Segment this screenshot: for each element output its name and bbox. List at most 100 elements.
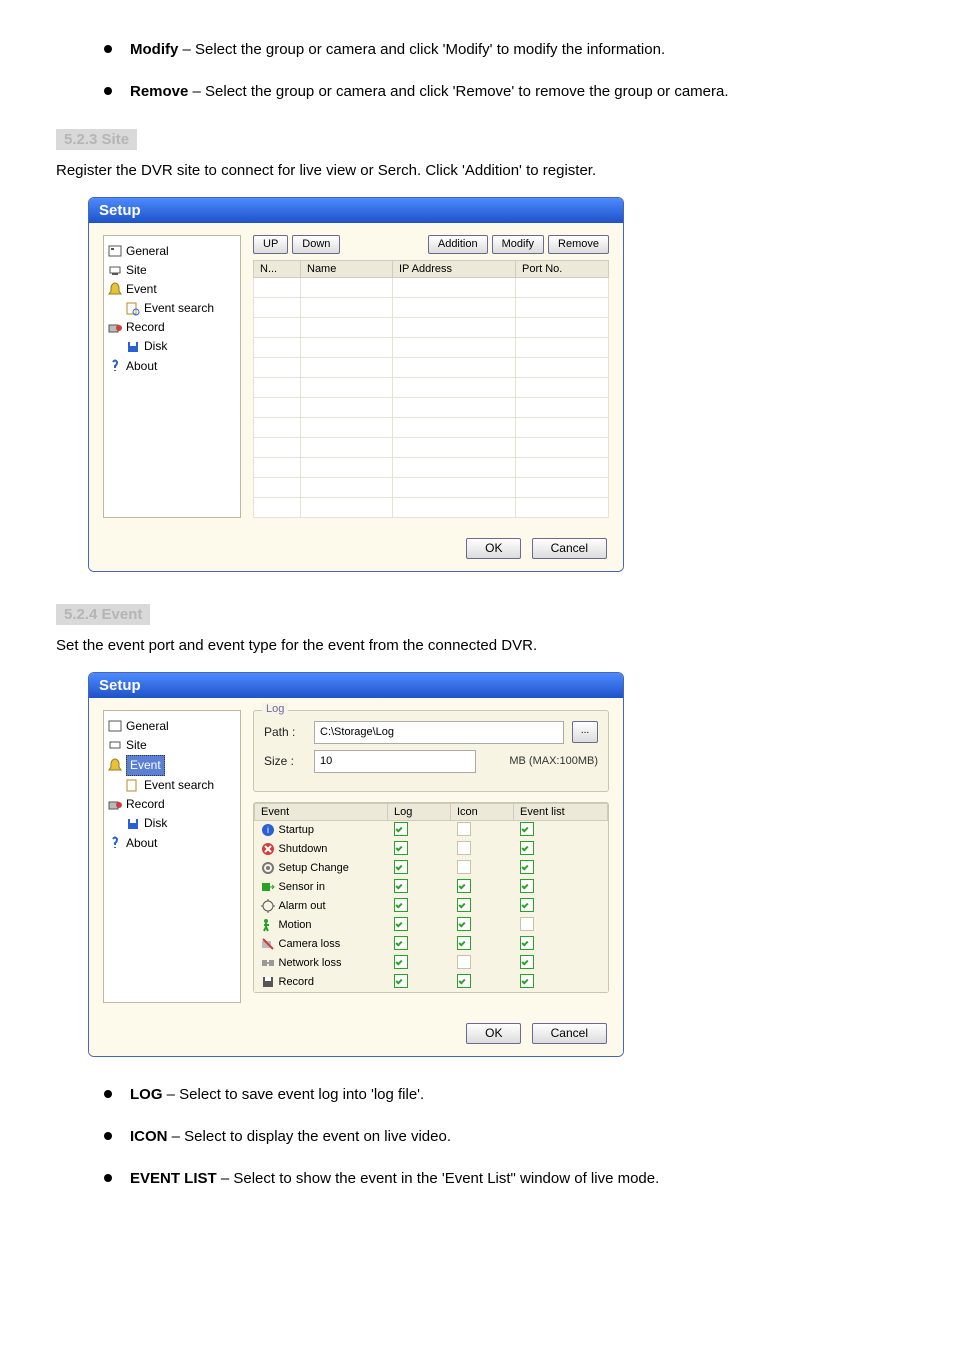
tree-record[interactable]: Record — [108, 318, 236, 337]
checkbox[interactable] — [394, 879, 408, 893]
cell-list — [514, 840, 608, 859]
table-row[interactable] — [254, 377, 609, 397]
checkbox[interactable] — [394, 936, 408, 950]
cell-icon — [451, 878, 514, 897]
size-input[interactable]: 10 — [314, 750, 476, 773]
tree-record[interactable]: Record — [108, 795, 236, 814]
cell-icon — [451, 973, 514, 992]
cancel-button[interactable]: Cancel — [532, 1023, 607, 1044]
cell-log — [388, 897, 451, 916]
checkbox[interactable] — [520, 822, 534, 836]
tree-about[interactable]: About — [108, 834, 236, 853]
ok-button[interactable]: OK — [466, 538, 521, 559]
table-row[interactable] — [254, 457, 609, 477]
cell-log — [388, 840, 451, 859]
bullet-log: LOG – Select to save event log into 'log… — [104, 1085, 898, 1105]
checkbox[interactable] — [520, 955, 534, 969]
tree-about[interactable]: About — [108, 357, 236, 376]
checkbox[interactable] — [394, 974, 408, 988]
cell-icon — [451, 935, 514, 954]
tree-general[interactable]: General — [108, 242, 236, 261]
checkbox[interactable] — [520, 898, 534, 912]
tree-general[interactable]: General — [108, 717, 236, 736]
section-heading-event: 5.2.4 Event — [56, 604, 150, 625]
checkbox[interactable] — [457, 841, 471, 855]
cell-log — [388, 954, 451, 973]
col-event[interactable]: Event — [255, 803, 388, 820]
event-row: Alarm out — [255, 897, 608, 916]
col-log[interactable]: Log — [388, 803, 451, 820]
checkbox[interactable] — [457, 955, 471, 969]
nav-tree[interactable]: General Site Event Event search Record D… — [103, 235, 241, 518]
modify-button[interactable]: Modify — [492, 235, 544, 254]
col-icon[interactable]: Icon — [451, 803, 514, 820]
site-pane: UP Down Addition Modify Remove N... Name… — [253, 235, 609, 518]
checkbox[interactable] — [394, 898, 408, 912]
table-row[interactable] — [254, 277, 609, 297]
checkbox[interactable] — [520, 917, 534, 931]
checkbox[interactable] — [520, 879, 534, 893]
table-row[interactable] — [254, 477, 609, 497]
tree-disk[interactable]: Disk — [126, 337, 236, 356]
down-button[interactable]: Down — [292, 235, 340, 254]
col-ip[interactable]: IP Address — [393, 260, 516, 277]
table-row[interactable] — [254, 437, 609, 457]
site-table[interactable]: N... Name IP Address Port No. — [253, 260, 609, 518]
event-row: Setup Change — [255, 859, 608, 878]
path-input[interactable]: C:\Storage\Log — [314, 721, 564, 744]
checkbox[interactable] — [520, 936, 534, 950]
table-row[interactable] — [254, 417, 609, 437]
event-name: Network loss — [255, 954, 388, 973]
col-eventlist[interactable]: Event list — [514, 803, 608, 820]
ok-button[interactable]: OK — [466, 1023, 521, 1044]
tree-event-search[interactable]: Event search — [126, 776, 236, 795]
checkbox[interactable] — [457, 936, 471, 950]
checkbox[interactable] — [457, 860, 471, 874]
up-button[interactable]: UP — [253, 235, 288, 254]
tree-disk[interactable]: Disk — [126, 814, 236, 833]
dialog-titlebar: Setup — [89, 198, 623, 223]
tree-event[interactable]: Event — [108, 755, 236, 776]
tree-event[interactable]: Event — [108, 280, 236, 299]
checkbox[interactable] — [457, 822, 471, 836]
tree-event-search[interactable]: Event search — [126, 299, 236, 318]
bullet-modify: Modify – Select the group or camera and … — [104, 40, 898, 60]
motion-icon — [261, 918, 275, 932]
checkbox[interactable] — [457, 917, 471, 931]
checkbox[interactable] — [520, 841, 534, 855]
browse-button[interactable]: ... — [572, 721, 598, 743]
table-row[interactable] — [254, 397, 609, 417]
checkbox[interactable] — [394, 822, 408, 836]
table-row[interactable] — [254, 357, 609, 377]
col-no[interactable]: N... — [254, 260, 301, 277]
remove-button[interactable]: Remove — [548, 235, 609, 254]
cell-list — [514, 935, 608, 954]
table-row[interactable] — [254, 497, 609, 517]
cancel-button[interactable]: Cancel — [532, 538, 607, 559]
tree-site[interactable]: Site — [108, 261, 236, 280]
checkbox[interactable] — [457, 898, 471, 912]
event-icon — [108, 282, 122, 296]
nav-tree[interactable]: General Site Event Event search Record D… — [103, 710, 241, 1003]
checkbox[interactable] — [457, 879, 471, 893]
addition-button[interactable]: Addition — [428, 235, 488, 254]
section-text-event: Set the event port and event type for th… — [56, 637, 898, 654]
col-name[interactable]: Name — [301, 260, 393, 277]
cell-list — [514, 878, 608, 897]
table-row[interactable] — [254, 337, 609, 357]
table-row[interactable] — [254, 297, 609, 317]
event-row: Shutdown — [255, 840, 608, 859]
site-icon — [108, 263, 122, 277]
tree-site[interactable]: Site — [108, 736, 236, 755]
checkbox[interactable] — [394, 841, 408, 855]
checkbox[interactable] — [394, 955, 408, 969]
checkbox[interactable] — [520, 860, 534, 874]
col-port[interactable]: Port No. — [516, 260, 609, 277]
checkbox[interactable] — [520, 974, 534, 988]
checkbox[interactable] — [457, 974, 471, 988]
table-row[interactable] — [254, 317, 609, 337]
checkbox[interactable] — [394, 860, 408, 874]
cell-icon — [451, 897, 514, 916]
checkbox[interactable] — [394, 917, 408, 931]
disk-icon — [126, 340, 140, 354]
